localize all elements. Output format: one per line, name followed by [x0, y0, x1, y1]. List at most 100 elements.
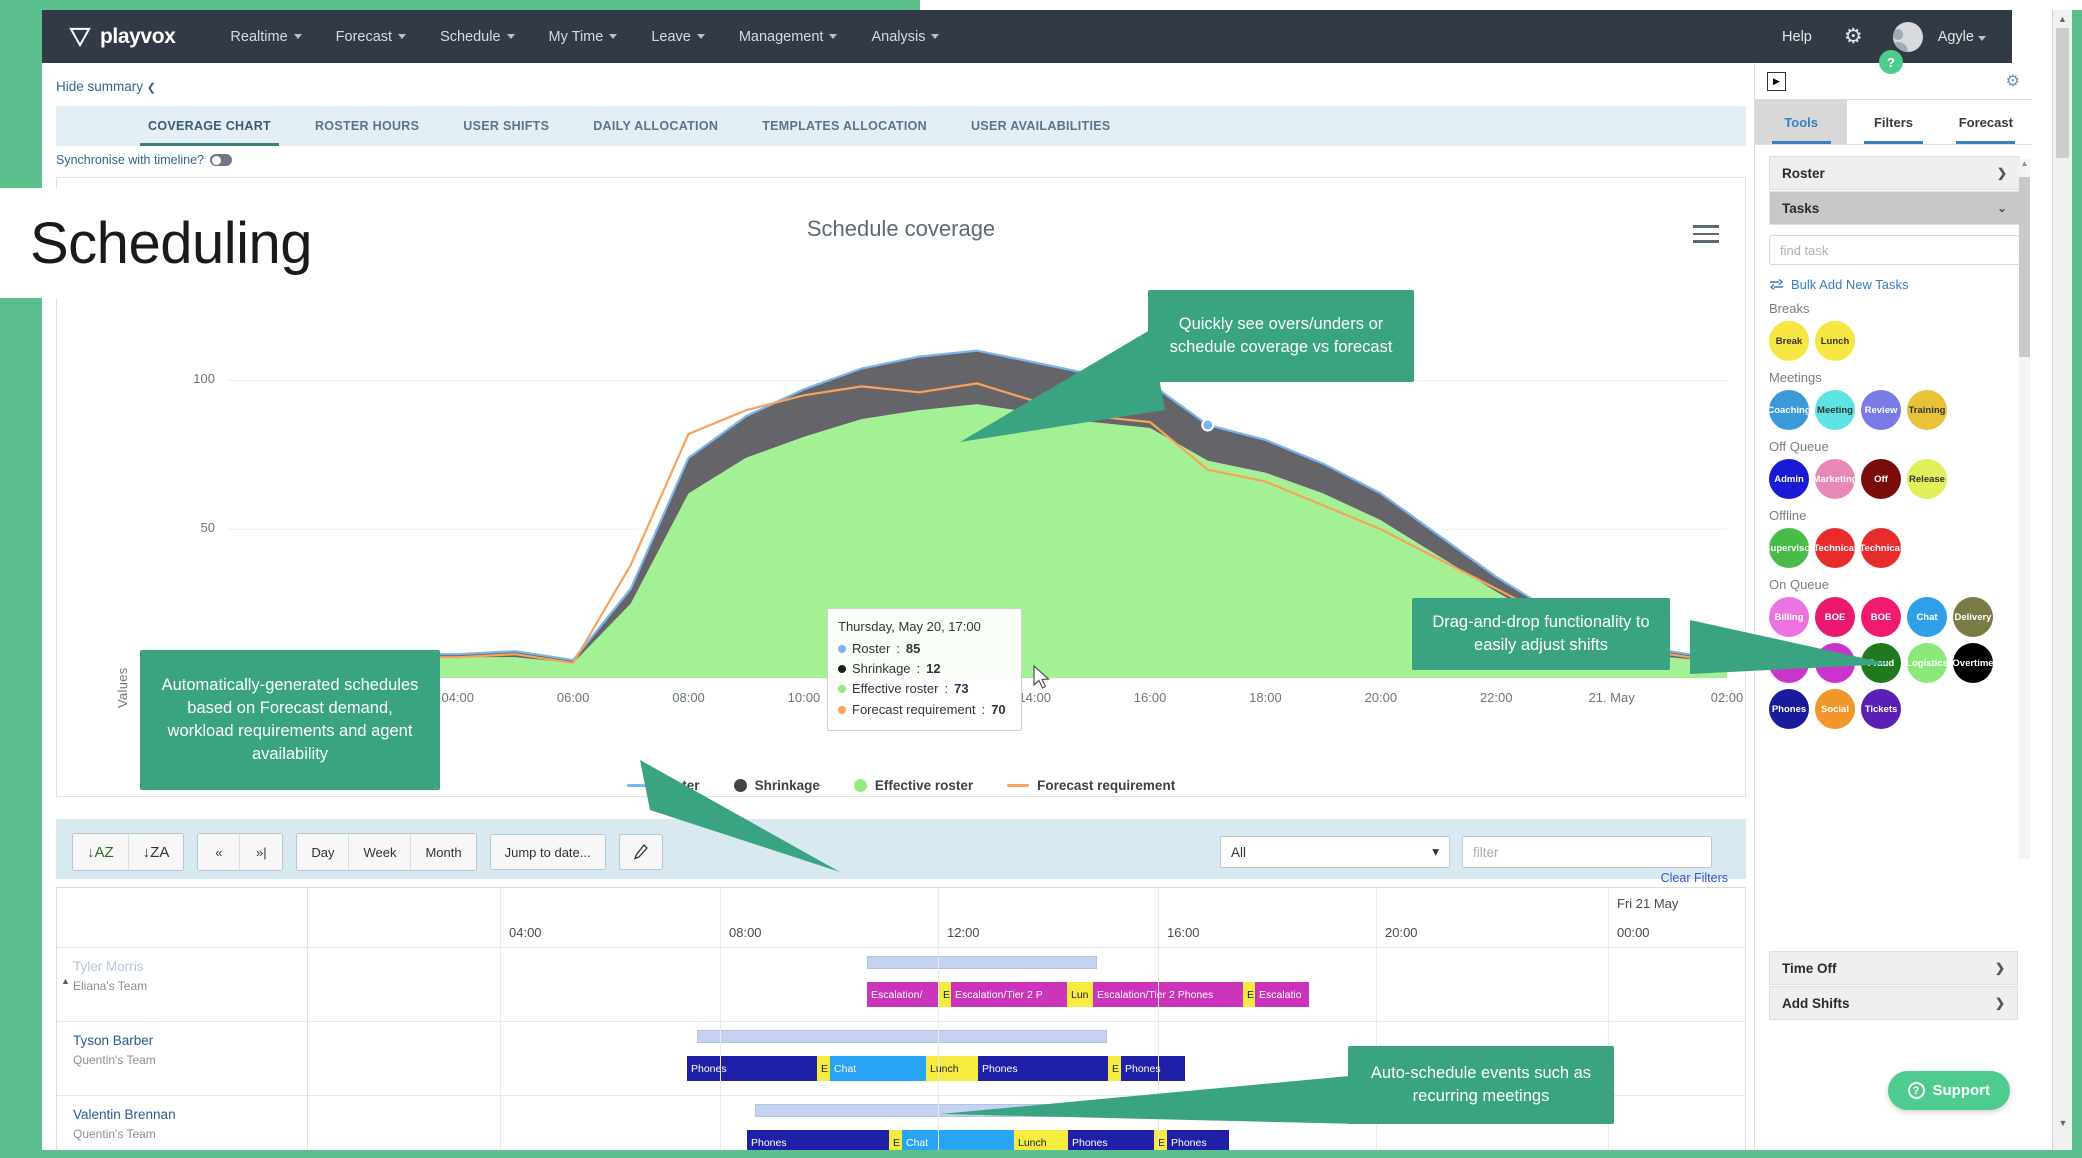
task-chip[interactable]: Marketing: [1815, 459, 1855, 499]
shift-block[interactable]: E: [817, 1056, 830, 1081]
scroll-up-icon[interactable]: ▲: [2053, 10, 2072, 28]
task-chip[interactable]: Release: [1907, 459, 1947, 499]
shift-block[interactable]: Phones: [687, 1056, 817, 1081]
nav-item-management[interactable]: Management: [722, 10, 855, 63]
help-badge[interactable]: ?: [1879, 50, 1903, 74]
shift-block[interactable]: Escalation/Tier 2 Phones: [1093, 982, 1243, 1007]
scrollbar-thumb[interactable]: [2056, 28, 2069, 158]
filter-input[interactable]: filter: [1462, 836, 1712, 868]
nav-item-realtime[interactable]: Realtime: [213, 10, 318, 63]
jump-to-date-button[interactable]: Jump to date...: [489, 834, 606, 870]
bulk-add-icon: [1769, 278, 1784, 291]
task-chip[interactable]: Technical: [1861, 528, 1901, 568]
avatar[interactable]: [1892, 21, 1923, 52]
brand-logo-group[interactable]: playvox: [69, 25, 176, 49]
period-month-button[interactable]: Month: [411, 834, 476, 870]
callout-autogen-tail: [640, 760, 840, 872]
grid-vline: [938, 888, 939, 1150]
accordion-time-off[interactable]: Time Off ❯: [1769, 951, 2018, 985]
gear-icon[interactable]: ⚙: [1832, 26, 1875, 47]
prev-period-button[interactable]: «: [198, 834, 241, 870]
side-panel-scrollbar[interactable]: ▲: [2019, 159, 2030, 859]
accordion-tasks[interactable]: Tasks ⌄: [1769, 191, 2020, 225]
row-agent-name[interactable]: Tyler Morris: [73, 959, 144, 974]
chart-menu-icon[interactable]: [1693, 220, 1719, 248]
scrollbar-thumb[interactable]: [2019, 177, 2030, 357]
nav-item-forecast[interactable]: Forecast: [319, 10, 423, 63]
tab-tools[interactable]: Tools: [1755, 100, 1848, 144]
shift-block[interactable]: Phones: [747, 1130, 889, 1150]
availability-bar[interactable]: [697, 1030, 1107, 1043]
date-nav-group: « »|: [197, 833, 284, 871]
period-week-button[interactable]: Week: [349, 834, 412, 870]
nav-item-schedule[interactable]: Schedule: [423, 10, 531, 63]
legend-item-forecast-requirement[interactable]: Forecast requirement: [1007, 778, 1175, 793]
shift-block[interactable]: Lun: [1067, 982, 1093, 1007]
find-task-input[interactable]: find task: [1769, 235, 2020, 265]
page-scrollbar[interactable]: ▲ ▼: [2052, 10, 2072, 1150]
shift-block[interactable]: E: [1243, 982, 1255, 1007]
shift-block[interactable]: Escalation/: [867, 982, 939, 1007]
task-chip[interactable]: Lunch: [1815, 321, 1855, 361]
team-filter-select[interactable]: All ▾: [1220, 836, 1450, 868]
task-chip[interactable]: Overtime: [1953, 643, 1993, 683]
task-chip[interactable]: Delivery: [1953, 597, 1993, 637]
sort-za-button[interactable]: ↓Z​A: [128, 834, 184, 870]
nav-label: Management: [738, 28, 824, 45]
period-day-button[interactable]: Day: [297, 834, 350, 870]
collapse-caret-icon[interactable]: ▲: [61, 976, 70, 986]
grid-vline: [720, 888, 721, 1150]
grid-time-0000: 00:00: [1617, 925, 1650, 940]
row-agent-name[interactable]: Valentin Brennan: [73, 1107, 176, 1122]
tab-coverage-chart[interactable]: COVERAGE CHART: [126, 106, 293, 146]
row-agent-name[interactable]: Tyson Barber: [73, 1033, 153, 1048]
accordion-time-off-label: Time Off: [1782, 960, 1837, 976]
shift-block[interactable]: E: [889, 1130, 902, 1150]
bulk-add-new-tasks-button[interactable]: Bulk Add New Tasks: [1769, 277, 2020, 292]
task-chip[interactable]: Review: [1861, 390, 1901, 430]
task-chip[interactable]: Admin: [1769, 459, 1809, 499]
gear-icon[interactable]: ⚙: [2006, 71, 2020, 91]
nav-item-my-time[interactable]: My Time: [532, 10, 635, 63]
task-chip[interactable]: Coaching: [1769, 390, 1809, 430]
shift-block[interactable]: Chat: [830, 1056, 926, 1081]
task-chip[interactable]: Technical: [1815, 528, 1855, 568]
table-row[interactable]: ▲ Tyler Morris Eliana's Team Escalation/E Es…: [57, 948, 1745, 1022]
help-link[interactable]: Help: [1768, 29, 1826, 45]
tab-user-availabilities[interactable]: USER AVAILABILITIES: [949, 106, 1133, 146]
clear-filters-link[interactable]: Clear Filters: [1661, 871, 1728, 885]
accordion-add-shifts[interactable]: Add Shifts ❯: [1769, 986, 2018, 1020]
shift-block[interactable]: Escalation/Tier 2 P: [951, 982, 1067, 1007]
sort-za-icon: ↓Z​A: [142, 843, 170, 861]
task-chip[interactable]: Break: [1769, 321, 1809, 361]
expand-panel-icon[interactable]: ▶: [1767, 71, 1786, 91]
nav-item-leave[interactable]: Leave: [634, 10, 722, 63]
hide-summary-toggle[interactable]: Hide summary ❮: [56, 79, 1754, 94]
tab-daily-allocation[interactable]: DAILY ALLOCATION: [571, 106, 740, 146]
tooltip-label-roster: Roster: [852, 641, 891, 657]
scroll-up-icon[interactable]: ▲: [2019, 159, 2030, 168]
support-button[interactable]: ? Support: [1887, 1071, 2010, 1110]
tab-templates-allocation[interactable]: TEMPLATES ALLOCATION: [740, 106, 949, 146]
tab-forecast[interactable]: Forecast: [1940, 100, 2032, 144]
task-chip[interactable]: Chat: [1907, 597, 1947, 637]
sort-az-button[interactable]: ↓A​Z: [73, 834, 129, 870]
task-chip[interactable]: Training: [1907, 390, 1947, 430]
tab-filters[interactable]: Filters: [1847, 100, 1939, 144]
nav-item-analysis[interactable]: Analysis: [854, 10, 956, 63]
next-period-button[interactable]: »|: [240, 834, 283, 870]
availability-bar[interactable]: [867, 956, 1097, 969]
user-menu[interactable]: Agyle: [1938, 29, 1986, 45]
synchronise-toggle[interactable]: [210, 154, 232, 166]
shift-block[interactable]: Escalatio: [1255, 982, 1309, 1007]
nav-label: Forecast: [335, 28, 393, 45]
task-chip[interactable]: Off: [1861, 459, 1901, 499]
task-chip[interactable]: Logistics: [1907, 643, 1947, 683]
tab-roster-hours[interactable]: ROSTER HOURS: [293, 106, 441, 146]
tab-user-shifts[interactable]: USER SHIFTS: [441, 106, 571, 146]
scroll-down-icon[interactable]: ▼: [2053, 1114, 2072, 1132]
shift-block[interactable]: E: [939, 982, 951, 1007]
task-chip[interactable]: Meeting: [1815, 390, 1855, 430]
task-chip[interactable]: Supervisor: [1769, 528, 1809, 568]
accordion-roster[interactable]: Roster ❯: [1769, 156, 2020, 190]
